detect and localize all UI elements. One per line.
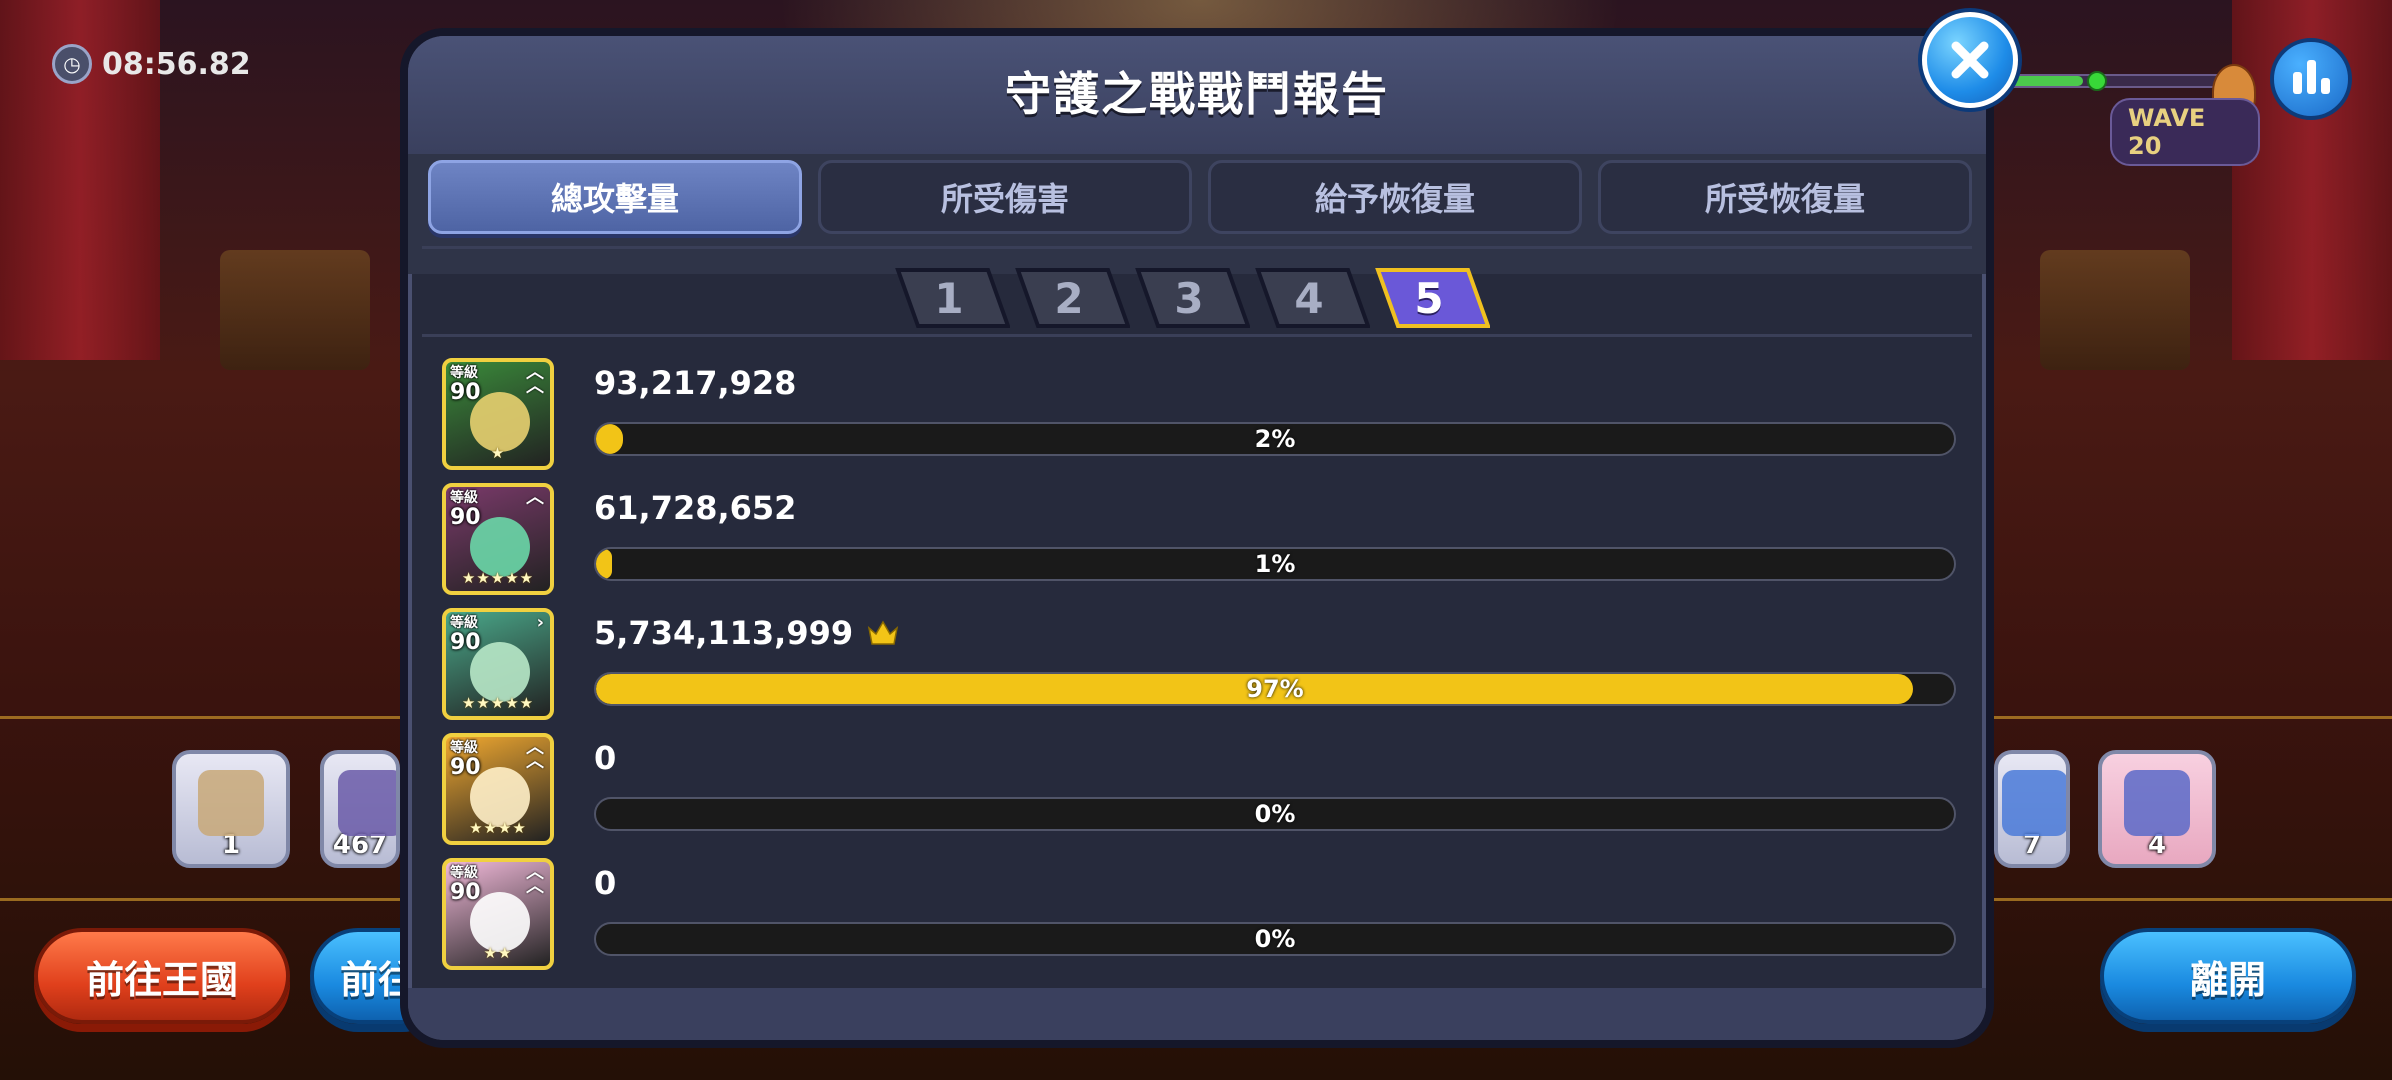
damage-percent: 1% — [1254, 550, 1296, 578]
cookie-row: 等級 90 ︿ ★★★★★ 61,728,652 1% — [438, 483, 1958, 601]
wave-marker-icon — [2087, 71, 2107, 91]
bar-chart-icon — [2292, 72, 2302, 94]
page-number: 5 — [1414, 273, 1444, 323]
damage-number: 0 — [594, 739, 617, 777]
page-tab-5[interactable]: 5 — [1368, 268, 1490, 328]
clock-icon: ◷ — [52, 44, 92, 84]
damage-number: 0 — [594, 864, 617, 902]
cookie-row: 等級 90 ︿ ︿ ★ 93,217,928 2% — [438, 358, 1958, 476]
level-caption: 等級 — [450, 615, 478, 631]
cookie-portrait[interactable]: 等級 90 ︿ ︿ ★ — [442, 358, 554, 470]
item-slot-scroll[interactable]: 1 — [172, 750, 290, 868]
close-icon — [1951, 41, 1989, 79]
cookie-portrait[interactable]: 等級 90 ︿ ︿ ★★★★ — [442, 733, 554, 845]
tab-healing-received[interactable]: 所受恢復量 — [1598, 160, 1972, 234]
cookie-portrait[interactable]: 等級 90 ︿ ︿ ★★ — [442, 858, 554, 970]
page-tab-4[interactable]: 4 — [1248, 268, 1370, 328]
stats-button[interactable] — [2270, 38, 2352, 120]
candy-jar-icon — [2124, 770, 2190, 836]
cookie-portrait[interactable]: 等級 90 › ★★★★★ — [442, 608, 554, 720]
cookie-stars: ★★★★ — [469, 819, 527, 837]
wave-track — [2000, 64, 2256, 120]
page-number: 4 — [1294, 273, 1324, 323]
cookie-stars: ★★★★★ — [461, 569, 535, 587]
close-button[interactable] — [1922, 12, 2018, 108]
scroll-icon — [198, 770, 264, 836]
tab-healing-given[interactable]: 給予恢復量 — [1208, 160, 1582, 234]
item-slot-hat[interactable]: 7 — [1994, 750, 2070, 868]
divider — [422, 334, 1972, 337]
rank-chevron-icon: › — [536, 612, 544, 633]
shield-icon — [338, 770, 396, 836]
page-tab-3[interactable]: 3 — [1128, 268, 1250, 328]
page-tab-1[interactable]: 1 — [888, 268, 1010, 328]
battle-report-dialog: 守護之戰戰鬥報告 總攻擊量 所受傷害 給予恢復量 所受恢復量 1 2 3 4 5 — [400, 28, 1994, 1048]
pillar-right — [2040, 250, 2190, 370]
tab-damage-taken[interactable]: 所受傷害 — [818, 160, 1192, 234]
hat-icon — [2002, 770, 2066, 836]
damage-number: 93,217,928 — [594, 364, 797, 402]
pillar-left — [220, 250, 370, 370]
battle-timer: ◷ 08:56.82 — [52, 44, 251, 84]
rank-chevron-icon: ︿ ︿ — [526, 737, 544, 773]
cookie-level: 90 — [450, 880, 481, 905]
wave-progress: WAVE 20 — [1990, 46, 2260, 166]
rank-chevron-icon: ︿ — [526, 487, 544, 508]
divider — [422, 246, 1972, 249]
cookie-portrait[interactable]: 等級 90 ︿ ★★★★★ — [442, 483, 554, 595]
go-to-kingdom-button[interactable]: 前往王國 — [34, 928, 290, 1024]
level-caption: 等級 — [450, 365, 478, 381]
page-number: 1 — [934, 273, 964, 323]
item-slot-jar[interactable]: 4 — [2098, 750, 2216, 868]
dialog-header: 守護之戰戰鬥報告 — [408, 36, 1986, 154]
damage-bar: 97% — [594, 672, 1956, 706]
page-number: 3 — [1174, 273, 1204, 323]
item-slot-shield[interactable]: 467 — [320, 750, 400, 868]
page-number: 2 — [1054, 273, 1084, 323]
tab-total-attack[interactable]: 總攻擊量 — [428, 160, 802, 234]
dialog-footer — [408, 988, 1986, 1040]
bar-chart-icon-bar — [2306, 60, 2316, 94]
level-caption: 等級 — [450, 490, 478, 506]
rank-chevron-icon: ︿ ︿ — [526, 362, 544, 398]
page-tab-2[interactable]: 2 — [1008, 268, 1130, 328]
cookie-level: 90 — [450, 755, 481, 780]
damage-bar: 2% — [594, 422, 1956, 456]
cookie-stars: ★ — [490, 444, 506, 462]
damage-value: 5,734,113,999 — [594, 614, 899, 652]
damage-bar: 1% — [594, 547, 1956, 581]
bar-chart-icon-bar — [2320, 78, 2330, 94]
damage-value: 0 — [594, 739, 616, 777]
crown-icon — [867, 620, 899, 645]
damage-percent: 0% — [1254, 800, 1296, 828]
damage-bar: 0% — [594, 797, 1956, 831]
cookie-row: 等級 90 ︿ ︿ ★★★★ 0 0% — [438, 733, 1958, 851]
damage-percent: 2% — [1254, 425, 1296, 453]
wave-badge: WAVE 20 — [2110, 98, 2260, 166]
damage-bar: 0% — [594, 922, 1956, 956]
damage-value: 0 — [594, 864, 616, 902]
cookie-row: 等級 90 ︿ ︿ ★★ 0 0% — [438, 858, 1958, 976]
cookie-stars: ★★★★★ — [461, 694, 535, 712]
cookie-stars: ★★ — [483, 944, 513, 962]
damage-percent: 97% — [1246, 675, 1304, 703]
dialog-title: 守護之戰戰鬥報告 — [1005, 67, 1389, 121]
damage-number: 5,734,113,999 — [594, 614, 854, 652]
level-caption: 等級 — [450, 740, 478, 756]
cookie-level: 90 — [450, 630, 481, 655]
leave-button[interactable]: 離開 — [2100, 928, 2356, 1024]
cookie-row: 等級 90 › ★★★★★ 5,734,113,999 97% — [438, 608, 1958, 726]
level-caption: 等級 — [450, 865, 478, 881]
timer-text: 08:56.82 — [102, 46, 251, 82]
damage-value: 61,728,652 — [594, 489, 796, 527]
cookie-level: 90 — [450, 380, 481, 405]
damage-percent: 0% — [1254, 925, 1296, 953]
damage-value: 93,217,928 — [594, 364, 796, 402]
damage-number: 61,728,652 — [594, 489, 797, 527]
rank-chevron-icon: ︿ ︿ — [526, 862, 544, 898]
cookie-level: 90 — [450, 505, 481, 530]
